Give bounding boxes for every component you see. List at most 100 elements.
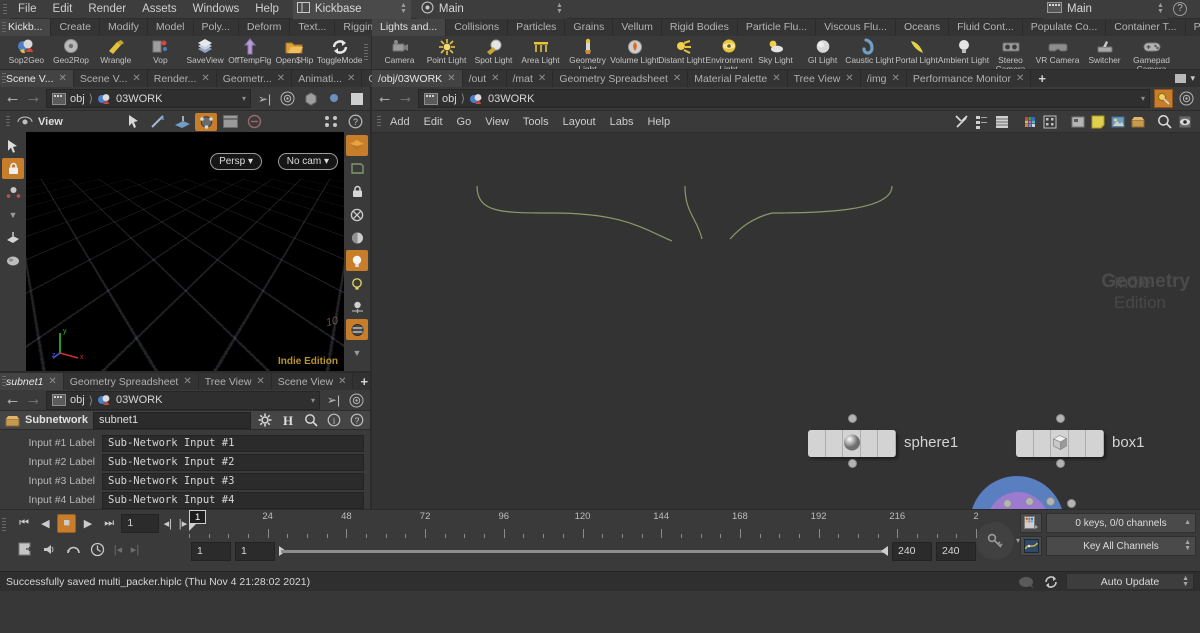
- select-mode-icon[interactable]: [2, 135, 24, 156]
- pane-menu-icon[interactable]: ▾: [1190, 73, 1195, 84]
- shelf-tool-distant-light[interactable]: Distant Light: [658, 36, 705, 65]
- close-icon[interactable]: ✕: [892, 73, 900, 84]
- viewport-more-icon[interactable]: ▼: [2, 204, 24, 225]
- shelf-tool-spot-light[interactable]: Spot Light: [470, 36, 517, 65]
- viewport-lock-icon[interactable]: [346, 181, 368, 202]
- tab-material-palette[interactable]: Material Palette ✕: [688, 70, 788, 87]
- range-start-icon[interactable]: |◂: [111, 540, 125, 559]
- range-start-field[interactable]: 1: [191, 541, 231, 561]
- node-input-connector-1[interactable]: [1003, 499, 1012, 508]
- node-output-connector[interactable]: [848, 459, 857, 468]
- menu-edit[interactable]: Edit: [45, 0, 81, 19]
- jump-to-start-button[interactable]: ⏮: [15, 514, 33, 533]
- material-display-icon[interactable]: [346, 227, 368, 248]
- range-end-icon[interactable]: ▸|: [128, 540, 142, 559]
- shelf-tool-sky-light[interactable]: Sky Light: [752, 36, 799, 65]
- shelf-tool-togglemode[interactable]: ToggleMode: [317, 36, 362, 65]
- shelf-tool-area-light[interactable]: Area Light: [517, 36, 564, 65]
- shelf-tool-camera[interactable]: Camera: [376, 36, 423, 65]
- tools-wrench-icon[interactable]: [953, 113, 970, 130]
- node-input-connector[interactable]: [1056, 414, 1065, 423]
- shelf-tab-collisions[interactable]: Collisions: [446, 19, 509, 36]
- shelf-tool-point-light[interactable]: Point Light: [423, 36, 470, 65]
- display-flags-icon[interactable]: [1176, 113, 1193, 130]
- network-menu-add[interactable]: Add: [383, 111, 417, 133]
- display-options-icon[interactable]: [347, 89, 366, 108]
- node-list-icon[interactable]: [973, 113, 990, 130]
- tab-animation-editor[interactable]: Animati... ✕: [292, 70, 363, 87]
- parameter-path-field[interactable]: obj ⟩ 03WORK ▾: [46, 390, 320, 410]
- tab-render-view[interactable]: Render... ✕: [147, 70, 217, 87]
- menubar-grip[interactable]: [0, 0, 10, 19]
- shelf-tab-oceans[interactable]: Oceans: [895, 19, 950, 36]
- shelf-tool-switcher[interactable]: Switcher: [1081, 36, 1128, 65]
- next-key-icon[interactable]: |▸: [177, 514, 189, 533]
- sticky-note-icon[interactable]: [1089, 113, 1106, 130]
- view-tumble-icon[interactable]: [2, 227, 24, 248]
- audio-icon[interactable]: [39, 540, 60, 559]
- tab-mat[interactable]: /mat ✕: [506, 70, 554, 87]
- shelf-tool-portal-light[interactable]: Portal Light: [893, 36, 940, 65]
- close-icon[interactable]: ✕: [538, 73, 546, 84]
- shelf-tab-populate-containers[interactable]: Populate Co...: [1022, 19, 1107, 36]
- realtime-icon[interactable]: [87, 540, 108, 559]
- channel-list-icon[interactable]: [1020, 513, 1042, 533]
- network-menu-grip[interactable]: [375, 111, 383, 133]
- close-icon[interactable]: ✕: [1016, 73, 1024, 84]
- viewport-canvas[interactable]: 10 Persp ▾ No cam ▾ Indie Edition y x z: [26, 132, 344, 371]
- timeline-ruler[interactable]: 24 48 72 96 120 144 168 192 216 2 1: [189, 510, 979, 538]
- tab-geometry-spreadsheet[interactable]: Geometry Spreadsheet ✕: [63, 373, 199, 390]
- shelf-tool-saveview[interactable]: SaveView: [183, 36, 228, 65]
- close-icon[interactable]: ✕: [201, 73, 209, 84]
- path-dropdown-icon[interactable]: ▾: [242, 94, 246, 103]
- shelf-tool-sop2geo[interactable]: Sop2Geo: [4, 36, 49, 65]
- refresh-icon[interactable]: [1041, 574, 1061, 590]
- sync-icon[interactable]: [278, 89, 297, 108]
- input1-label-field[interactable]: [102, 434, 364, 452]
- close-icon[interactable]: ✕: [347, 73, 355, 84]
- cook-indicator-icon[interactable]: [1016, 574, 1036, 590]
- background-image-icon[interactable]: [1109, 113, 1126, 130]
- view-mode-icon[interactable]: [14, 113, 36, 131]
- tab-geometry-spreadsheet[interactable]: Geometry Spreadsheet ✕: [553, 70, 689, 87]
- stop-button[interactable]: ■: [57, 513, 76, 533]
- loop-icon[interactable]: [63, 540, 84, 559]
- network-menu-edit[interactable]: Edit: [417, 111, 450, 133]
- node-name-input[interactable]: [92, 411, 251, 429]
- playbar-settings-icon[interactable]: [15, 540, 36, 559]
- search-icon[interactable]: [302, 412, 320, 429]
- viewport-layout-icon[interactable]: [219, 113, 241, 131]
- range-end-2-field[interactable]: 240: [936, 541, 976, 561]
- close-icon[interactable]: ✕: [58, 73, 66, 84]
- close-icon[interactable]: ✕: [338, 376, 346, 387]
- scene-lights-icon[interactable]: [346, 273, 368, 294]
- help-icon[interactable]: ?: [1173, 2, 1187, 16]
- desktop-selector[interactable]: Kickbase ▲ ▼: [292, 0, 411, 19]
- prev-key-icon[interactable]: ◂|: [162, 514, 174, 533]
- key-mode-spinner[interactable]: ▲ ▼: [1184, 539, 1191, 552]
- shelf-tab-fluid-containers[interactable]: Fluid Cont...: [949, 19, 1023, 36]
- timeline-playhead[interactable]: 1: [189, 510, 207, 531]
- tab-tree-view[interactable]: Tree View ✕: [198, 373, 272, 390]
- shelf-tab-model[interactable]: Model: [147, 19, 194, 36]
- tab-scene-view[interactable]: Scene View ✕: [271, 373, 354, 390]
- view-zoom-icon[interactable]: [2, 250, 24, 271]
- shelf-tab-particles[interactable]: Particles: [508, 19, 566, 36]
- shelf-tab-pyro-fx[interactable]: Pyro FX: [1185, 19, 1200, 36]
- shelf-tab-particle-fluids[interactable]: Particle Flu...: [737, 19, 817, 36]
- menu-file[interactable]: File: [10, 0, 45, 19]
- node-shape-icon[interactable]: [1041, 113, 1058, 130]
- menu-help[interactable]: Help: [247, 0, 287, 19]
- back-arrow-icon[interactable]: ⭠: [4, 392, 21, 409]
- shelf-tool-volume-light[interactable]: Volume Light: [610, 36, 659, 65]
- viewport-camera-button[interactable]: No cam ▾: [277, 153, 338, 170]
- network-menu-help[interactable]: Help: [640, 111, 677, 133]
- shelf-tool-vop[interactable]: Vop: [138, 36, 183, 65]
- snapping-icon[interactable]: [2, 181, 24, 202]
- shelf-tool-offtempflg[interactable]: OffTempFlg: [227, 36, 272, 65]
- layout-spinner[interactable]: ▲ ▼: [554, 2, 565, 17]
- range-slider-right-handle[interactable]: [881, 546, 888, 556]
- color-palette-icon[interactable]: [1021, 113, 1038, 130]
- set-key-button[interactable]: [976, 521, 1014, 560]
- network-path-field[interactable]: obj ⟩ 03WORK ▾: [418, 89, 1150, 108]
